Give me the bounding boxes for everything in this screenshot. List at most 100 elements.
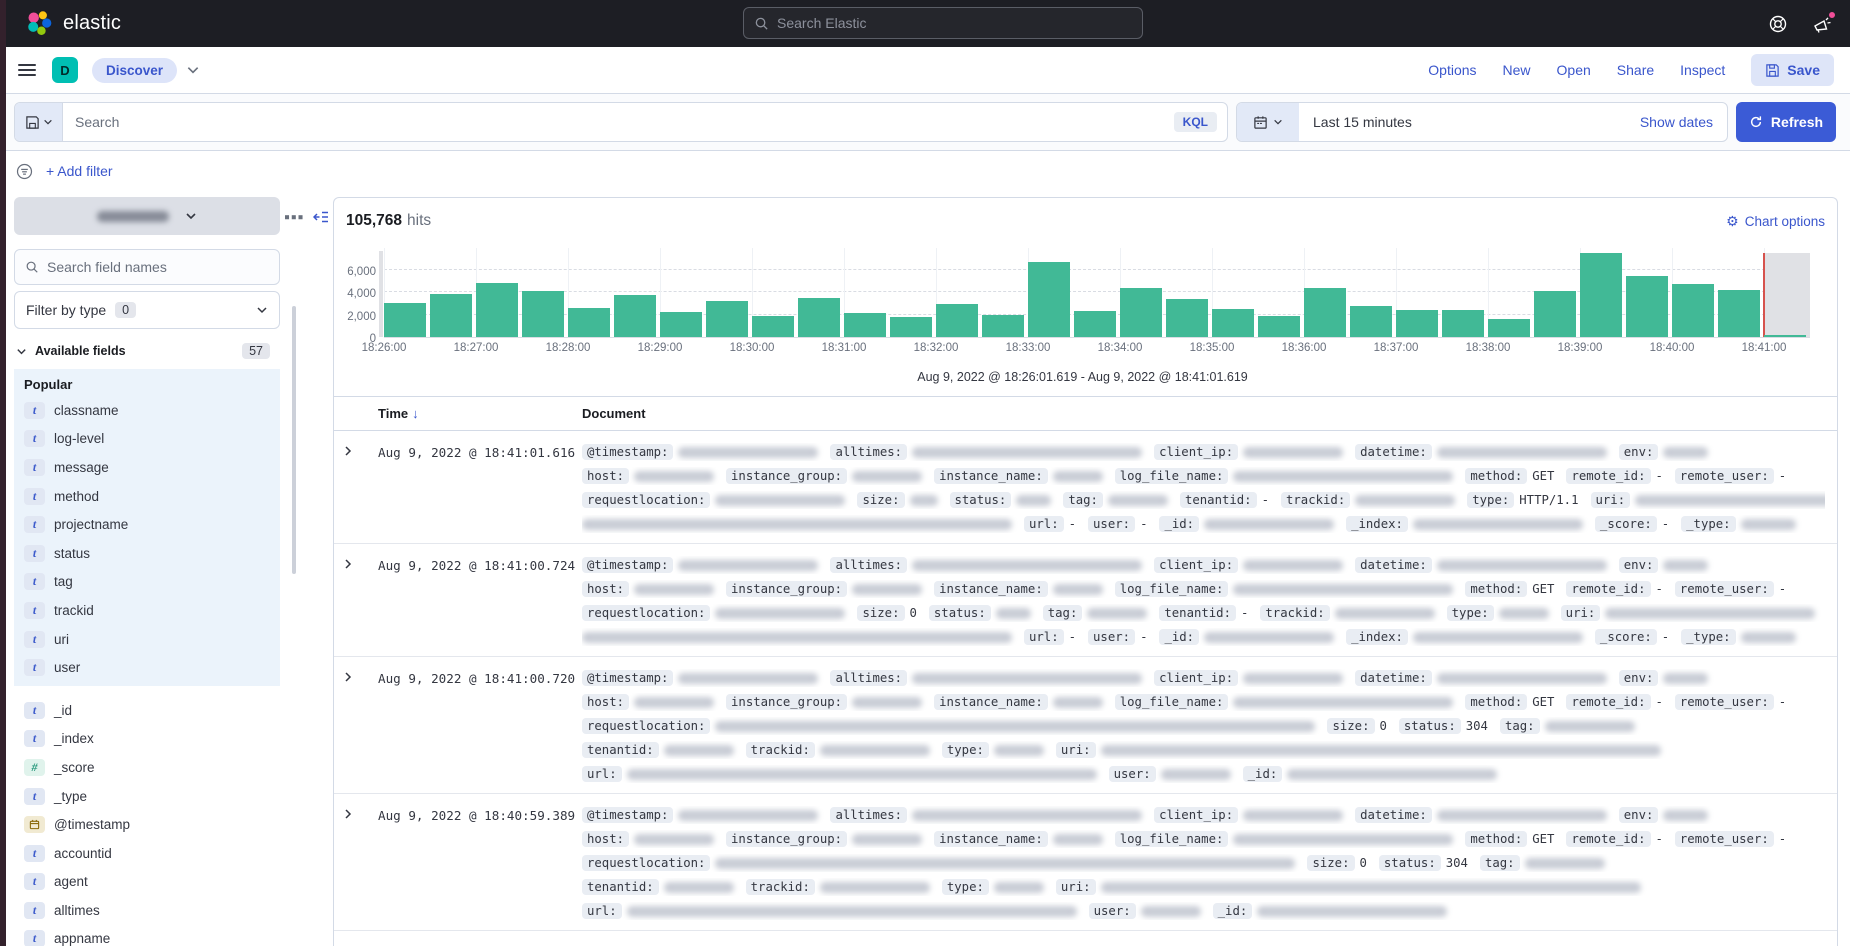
histogram-bar[interactable] — [1120, 288, 1162, 338]
histogram-bar[interactable] — [798, 298, 840, 337]
histogram-bar[interactable] — [1718, 290, 1760, 337]
histogram-bar[interactable] — [890, 317, 932, 337]
sort-descending-icon[interactable]: ↓ — [412, 406, 419, 421]
save-icon — [1765, 63, 1780, 78]
date-quick-menu-button[interactable] — [1237, 103, 1299, 141]
histogram-bar[interactable] — [614, 295, 656, 337]
histogram-bar[interactable] — [522, 291, 564, 337]
histogram-bar[interactable] — [1764, 335, 1806, 337]
histogram-bar[interactable] — [660, 312, 702, 337]
sidebar-scrollbar[interactable] — [292, 306, 296, 574]
histogram-bar[interactable] — [384, 303, 426, 337]
redacted-value — [852, 471, 922, 482]
field-item-log-level[interactable]: tlog-level — [24, 425, 280, 454]
expand-row-button[interactable] — [342, 808, 354, 920]
histogram-bar[interactable] — [982, 315, 1024, 338]
filter-icon[interactable] — [16, 163, 33, 180]
histogram-bar[interactable] — [1028, 262, 1070, 337]
histogram-bar[interactable] — [1350, 306, 1392, 338]
field-search[interactable] — [14, 249, 280, 285]
x-axis-label: 18:41:00 — [1742, 342, 1787, 354]
global-search[interactable] — [743, 7, 1143, 39]
field-settings-icon[interactable] — [285, 213, 303, 221]
menu-icon[interactable] — [18, 64, 36, 76]
time-range-value[interactable]: Last 15 minutes — [1313, 114, 1412, 130]
add-filter-button[interactable]: + Add filter — [46, 163, 113, 179]
field-item-projectname[interactable]: tprojectname — [24, 510, 280, 539]
field-item-@timestamp[interactable]: @timestamp — [24, 810, 280, 839]
chart-options-button[interactable]: ⚙ Chart options — [1726, 213, 1825, 230]
toolbar-link-open[interactable]: Open — [1557, 62, 1591, 78]
elastic-logo[interactable]: elastic — [26, 10, 121, 37]
field-item-_index[interactable]: t_index — [24, 725, 280, 754]
toolbar-link-inspect[interactable]: Inspect — [1680, 62, 1725, 78]
field-item-_id[interactable]: t_id — [24, 696, 280, 725]
histogram-bar[interactable] — [1258, 316, 1300, 337]
histogram-bar[interactable] — [568, 308, 610, 337]
doc-field-name: _index: — [1346, 629, 1408, 645]
field-item-status[interactable]: tstatus — [24, 539, 280, 568]
field-item-trackid[interactable]: ttrackid — [24, 596, 280, 625]
toolbar-link-options[interactable]: Options — [1428, 62, 1476, 78]
kql-language-button[interactable]: KQL — [1174, 112, 1217, 132]
save-button[interactable]: Save — [1751, 54, 1834, 86]
index-pattern-selector[interactable] — [14, 197, 280, 235]
field-search-input[interactable] — [47, 259, 269, 275]
histogram-bar[interactable] — [1488, 319, 1530, 337]
refresh-button[interactable]: Refresh — [1736, 102, 1836, 142]
field-item-user[interactable]: tuser — [24, 653, 280, 682]
saved-query-menu-button[interactable] — [15, 103, 63, 141]
field-item-appname[interactable]: tappname — [24, 925, 280, 946]
filter-by-type-button[interactable]: Filter by type 0 — [14, 291, 280, 329]
doc-field-value: - — [1140, 517, 1147, 531]
histogram-bar[interactable] — [1580, 253, 1622, 337]
kql-query-input[interactable] — [63, 114, 1174, 130]
histogram-bar[interactable] — [936, 304, 978, 337]
histogram-bar[interactable] — [1672, 284, 1714, 337]
field-item-uri[interactable]: turi — [24, 625, 280, 654]
help-icon[interactable] — [1768, 14, 1788, 34]
breadcrumb[interactable]: Discover — [92, 58, 177, 83]
histogram-bar[interactable] — [844, 313, 886, 337]
field-item-tag[interactable]: ttag — [24, 568, 280, 597]
field-item-accountid[interactable]: taccountid — [24, 839, 280, 868]
histogram-bar[interactable] — [1534, 291, 1576, 337]
global-search-input[interactable] — [777, 15, 1132, 31]
chevron-down-icon[interactable] — [186, 63, 200, 77]
doc-field-name: trackid: — [1281, 492, 1350, 508]
newsfeed-icon[interactable] — [1812, 14, 1832, 34]
histogram-bar[interactable] — [752, 316, 794, 337]
field-item-agent[interactable]: tagent — [24, 868, 280, 897]
chevron-down-icon — [43, 117, 53, 127]
toolbar-link-new[interactable]: New — [1503, 62, 1531, 78]
histogram-bar[interactable] — [706, 301, 748, 337]
histogram-bar[interactable] — [1396, 310, 1438, 337]
time-column-header[interactable]: Time ↓ — [378, 406, 582, 421]
toolbar-link-share[interactable]: Share — [1617, 62, 1654, 78]
available-fields-toggle[interactable]: Available fields 57 — [14, 339, 280, 363]
histogram-bar[interactable] — [1626, 276, 1668, 337]
field-item-_score[interactable]: #_score — [24, 753, 280, 782]
histogram-bar[interactable] — [1304, 288, 1346, 338]
histogram-bar[interactable] — [1166, 299, 1208, 337]
collapse-sidebar-icon[interactable] — [313, 209, 329, 225]
field-item-message[interactable]: tmessage — [24, 453, 280, 482]
redacted-value — [1053, 471, 1103, 482]
histogram-bar[interactable] — [1442, 310, 1484, 337]
chart-plot[interactable] — [384, 248, 1810, 338]
expand-row-button[interactable] — [342, 445, 354, 533]
field-item-method[interactable]: tmethod — [24, 482, 280, 511]
histogram-bar[interactable] — [1212, 309, 1254, 337]
show-dates-link[interactable]: Show dates — [1640, 114, 1713, 130]
x-axis-label: 18:31:00 — [822, 342, 867, 354]
expand-row-button[interactable] — [342, 558, 354, 646]
expand-row-button[interactable] — [342, 671, 354, 783]
redacted-value — [1413, 519, 1583, 530]
histogram-bar[interactable] — [430, 294, 472, 337]
histogram-bar[interactable] — [1074, 311, 1116, 337]
field-item-classname[interactable]: tclassname — [24, 396, 280, 425]
field-item-_type[interactable]: t_type — [24, 782, 280, 811]
space-avatar[interactable]: D — [52, 57, 78, 83]
field-item-alltimes[interactable]: talltimes — [24, 896, 280, 925]
histogram-bar[interactable] — [476, 283, 518, 337]
